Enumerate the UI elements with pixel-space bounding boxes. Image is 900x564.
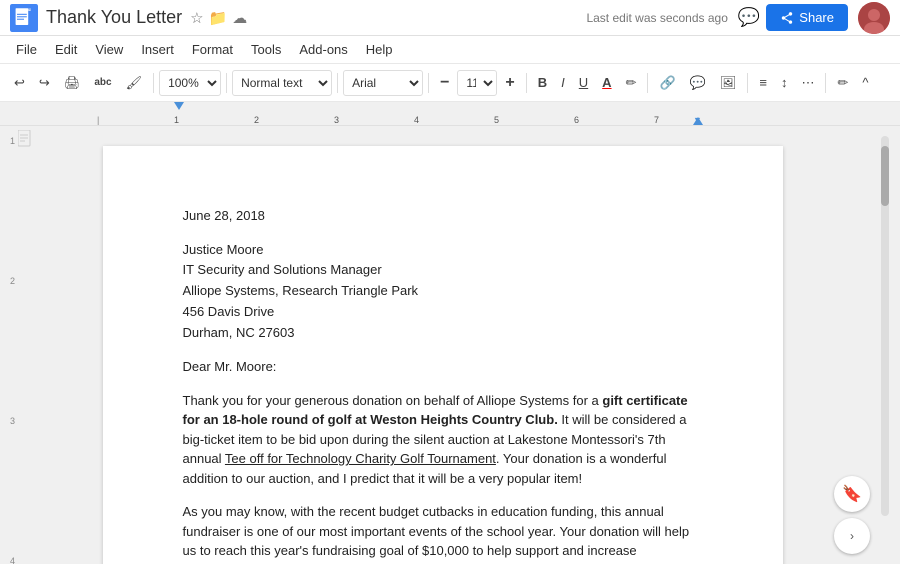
- last-edit-label: Last edit was seconds ago: [586, 11, 727, 25]
- font-size-select[interactable]: 1189101214: [457, 70, 497, 96]
- ruler-inner: .rtick { position: absolute; bottom: 0; …: [0, 102, 900, 125]
- menu-help[interactable]: Help: [358, 39, 401, 60]
- google-docs-icon: [10, 4, 38, 32]
- print-button[interactable]: 🖨: [58, 71, 87, 95]
- address-line-2: IT Security and Solutions Manager: [183, 260, 703, 281]
- cloud-icon[interactable]: ☁: [232, 9, 247, 27]
- italic-button[interactable]: I: [555, 71, 571, 94]
- para1-link[interactable]: Tee off for Technology Charity Golf Tour…: [225, 451, 496, 466]
- star-icon[interactable]: ☆: [190, 9, 203, 27]
- underline-button[interactable]: U: [573, 71, 594, 94]
- document-area[interactable]: June 28, 2018 Justice Moore IT Security …: [15, 126, 870, 564]
- bookmark-button[interactable]: 🔖: [834, 476, 870, 512]
- title-bar: Thank You Letter ☆ 📁 ☁ Last edit was sec…: [0, 0, 900, 36]
- menu-file[interactable]: File: [8, 39, 45, 60]
- spellcheck-button[interactable]: abc: [88, 73, 117, 92]
- divider-4: [428, 73, 429, 93]
- divider-7: [747, 73, 748, 93]
- inline-comment-button[interactable]: 💬: [684, 71, 712, 95]
- right-panel: [870, 126, 900, 564]
- user-avatar[interactable]: [858, 2, 890, 34]
- redo-button[interactable]: ↪: [33, 71, 56, 95]
- scrollbar-track[interactable]: [881, 136, 889, 516]
- toolbar: ↩ ↪ 🖨 abc 🖌 100%75%125%150% Normal textH…: [0, 64, 900, 102]
- main-area: 1 2 3 4 June 28, 2018 Justice Moore IT S…: [0, 126, 900, 564]
- share-button[interactable]: Share: [766, 4, 848, 31]
- menu-tools[interactable]: Tools: [243, 39, 289, 60]
- bold-button[interactable]: B: [532, 71, 553, 94]
- scrollbar-thumb[interactable]: [881, 146, 889, 206]
- ruler: .rtick { position: absolute; bottom: 0; …: [0, 102, 900, 126]
- drive-icon[interactable]: 📁: [209, 9, 228, 27]
- image-button[interactable]: 🖼: [714, 71, 743, 95]
- text-color-button[interactable]: A: [596, 71, 617, 94]
- address-line-3: Alliope Systems, Research Triangle Park: [183, 281, 703, 302]
- zoom-select[interactable]: 100%75%125%150%: [159, 70, 221, 96]
- divider-6: [647, 73, 648, 93]
- paragraph-style-select[interactable]: Normal textHeading 1Heading 2: [232, 70, 332, 96]
- letter-salutation: Dear Mr. Moore:: [183, 357, 703, 377]
- divider-5: [526, 73, 527, 93]
- address-line-1: Justice Moore: [183, 240, 703, 261]
- left-margin: 1 2 3 4: [0, 126, 15, 564]
- menu-format[interactable]: Format: [184, 39, 241, 60]
- highlight-button[interactable]: ✏: [620, 71, 643, 95]
- divider-1: [153, 73, 154, 93]
- para1-pre: Thank you for your generous donation on …: [183, 393, 603, 408]
- document-page[interactable]: June 28, 2018 Justice Moore IT Security …: [103, 146, 783, 564]
- menu-edit[interactable]: Edit: [47, 39, 85, 60]
- doc-icon: [18, 130, 34, 150]
- bottom-right-buttons: 🔖 ›: [834, 476, 870, 554]
- menu-view[interactable]: View: [87, 39, 131, 60]
- font-select[interactable]: ArialTimes New RomanCourier New: [343, 70, 423, 96]
- letter-date: June 28, 2018: [183, 206, 703, 226]
- letter-paragraph-1: Thank you for your generous donation on …: [183, 391, 703, 489]
- undo-button[interactable]: ↩: [8, 71, 31, 95]
- divider-2: [226, 73, 227, 93]
- divider-3: [337, 73, 338, 93]
- paint-format-button[interactable]: 🖌: [120, 71, 149, 95]
- menu-addons[interactable]: Add-ons: [291, 39, 355, 60]
- address-line-5: Durham, NC 27603: [183, 323, 703, 344]
- link-button[interactable]: 🔗: [653, 71, 681, 95]
- decrease-font-button[interactable]: −: [434, 70, 455, 96]
- increase-font-button[interactable]: +: [499, 70, 520, 96]
- divider-8: [825, 73, 826, 93]
- align-button[interactable]: ≡: [753, 71, 773, 94]
- edit-pencil-button[interactable]: ✏: [831, 71, 854, 95]
- menu-insert[interactable]: Insert: [133, 39, 182, 60]
- comment-button[interactable]: 💬: [738, 7, 760, 28]
- more-options-button[interactable]: ⋯: [795, 71, 820, 95]
- letter-paragraph-2: As you may know, with the recent budget …: [183, 502, 703, 564]
- menu-bar: File Edit View Insert Format Tools Add-o…: [0, 36, 900, 64]
- address-line-4: 456 Davis Drive: [183, 302, 703, 323]
- line-spacing-button[interactable]: ↕: [775, 71, 794, 94]
- expand-button[interactable]: ›: [834, 518, 870, 554]
- doc-title[interactable]: Thank You Letter: [46, 7, 182, 28]
- letter-address: Justice Moore IT Security and Solutions …: [183, 240, 703, 344]
- left-indent-marker[interactable]: [174, 102, 184, 110]
- collapse-button[interactable]: ^: [856, 71, 874, 94]
